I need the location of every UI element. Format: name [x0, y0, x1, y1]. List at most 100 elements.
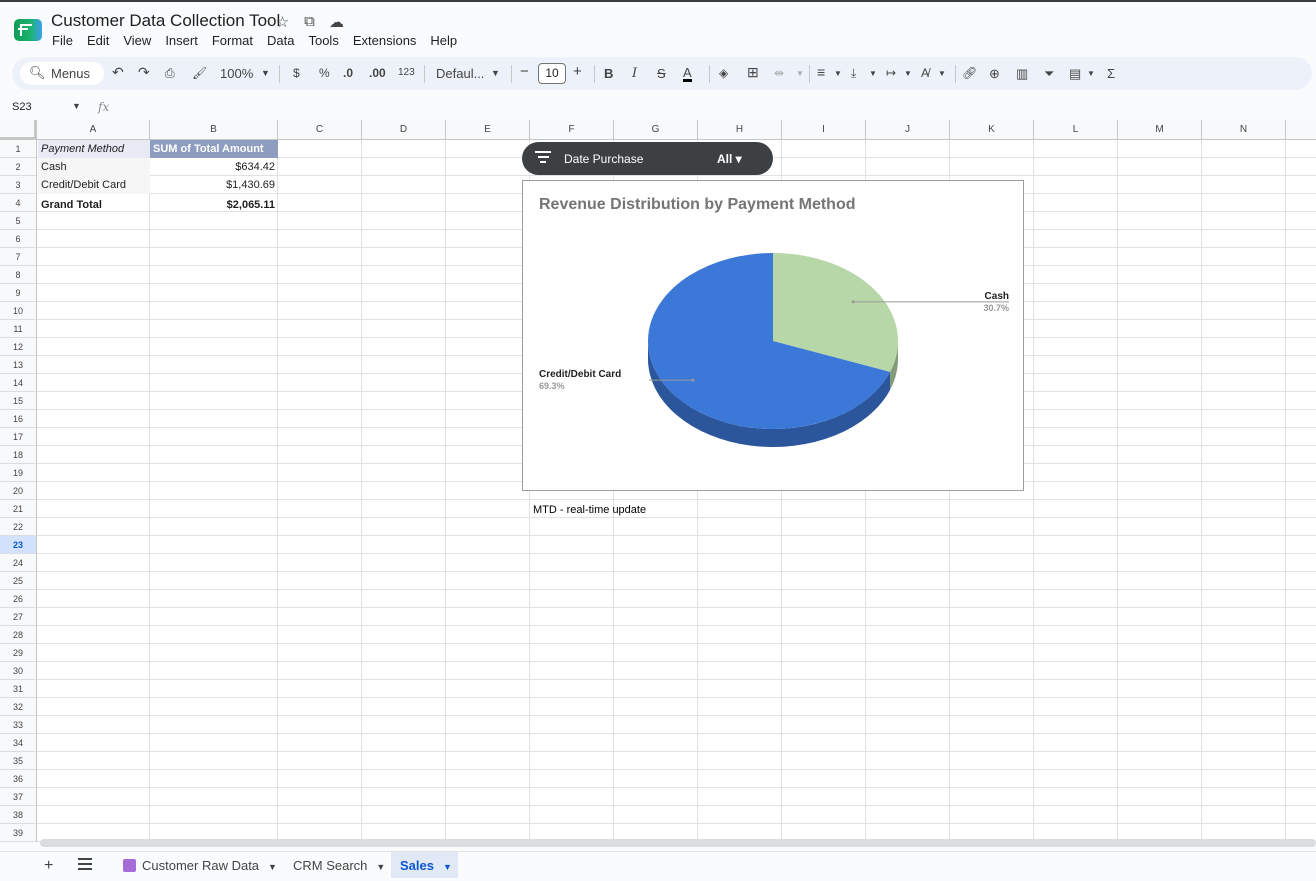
row-header-37[interactable]: 37: [0, 788, 37, 806]
row-header-12[interactable]: 12: [0, 338, 37, 356]
filter-icon[interactable]: ⏷: [1044, 66, 1054, 82]
undo-icon[interactable]: ↶: [112, 64, 124, 81]
bold-button[interactable]: B: [604, 66, 613, 81]
row-header-24[interactable]: 24: [0, 554, 37, 572]
font-size-input[interactable]: 10: [538, 63, 566, 84]
chevron-down-icon[interactable]: ▼: [1087, 69, 1095, 78]
pivot-grand-total-label[interactable]: Grand Total: [38, 196, 105, 214]
row-header-39[interactable]: 39: [0, 824, 37, 842]
increase-decimal-button[interactable]: .00: [369, 66, 386, 80]
row-header-29[interactable]: 29: [0, 644, 37, 662]
row-header-11[interactable]: 11: [0, 320, 37, 338]
text-rotate-icon[interactable]: A̸: [921, 66, 929, 80]
chevron-down-icon[interactable]: ▼: [261, 68, 270, 78]
move-folder-icon[interactable]: ⧉: [301, 13, 318, 31]
decrease-font-size-icon[interactable]: −: [520, 63, 529, 80]
row-header-27[interactable]: 27: [0, 608, 37, 626]
menu-help[interactable]: Help: [430, 33, 457, 48]
row-header-10[interactable]: 10: [0, 302, 37, 320]
insert-link-icon[interactable]: 🔗︎: [962, 66, 977, 80]
menu-extensions[interactable]: Extensions: [353, 33, 417, 48]
align-left-icon[interactable]: ≡: [817, 64, 825, 80]
horizontal-scrollbar[interactable]: [40, 839, 1316, 847]
merge-cells-icon[interactable]: ⇹: [774, 66, 784, 80]
pivot-row-label[interactable]: Cash: [38, 158, 150, 176]
column-header-e[interactable]: E: [446, 120, 530, 140]
chevron-down-icon[interactable]: ▼: [796, 69, 804, 78]
row-header-25[interactable]: 25: [0, 572, 37, 590]
column-header-a[interactable]: A: [37, 120, 150, 140]
menu-format[interactable]: Format: [212, 33, 253, 48]
chevron-down-icon[interactable]: ▼: [491, 68, 500, 78]
sheet-tab-crm-search[interactable]: CRM Search ▼: [284, 852, 386, 878]
row-header-15[interactable]: 15: [0, 392, 37, 410]
chevron-down-icon[interactable]: ▼: [938, 69, 946, 78]
pivot-header-sum[interactable]: SUM of Total Amount: [150, 140, 278, 158]
text-wrap-icon[interactable]: ↦: [886, 66, 896, 80]
column-header-g[interactable]: G: [614, 120, 698, 140]
functions-button[interactable]: Σ: [1107, 66, 1115, 81]
menu-edit[interactable]: Edit: [87, 33, 109, 48]
menu-tools[interactable]: Tools: [308, 33, 338, 48]
row-header-35[interactable]: 35: [0, 752, 37, 770]
text-color-button[interactable]: A: [683, 66, 692, 82]
row-header-21[interactable]: 21: [0, 500, 37, 518]
document-title[interactable]: Customer Data Collection Tool: [51, 11, 280, 31]
all-sheets-icon[interactable]: [78, 858, 92, 873]
insert-comment-icon[interactable]: ⊕: [989, 66, 1000, 82]
row-header-16[interactable]: 16: [0, 410, 37, 428]
row-header-32[interactable]: 32: [0, 698, 37, 716]
decrease-decimal-button[interactable]: .0: [343, 66, 353, 80]
menu-file[interactable]: File: [52, 33, 73, 48]
strikethrough-button[interactable]: S: [657, 66, 666, 81]
row-header-23[interactable]: 23: [0, 536, 37, 554]
menu-data[interactable]: Data: [267, 33, 294, 48]
fill-color-icon[interactable]: ◈: [719, 66, 728, 80]
row-header-20[interactable]: 20: [0, 482, 37, 500]
row-header-38[interactable]: 38: [0, 806, 37, 824]
column-header-f[interactable]: F: [530, 120, 614, 140]
row-header-13[interactable]: 13: [0, 356, 37, 374]
filter-views-icon[interactable]: ▤: [1069, 66, 1081, 82]
column-header-b[interactable]: B: [150, 120, 278, 140]
sheet-tab-customer-raw-data[interactable]: Customer Raw Data ▼: [114, 852, 280, 878]
row-header-14[interactable]: 14: [0, 374, 37, 392]
pivot-row-label[interactable]: Credit/Debit Card: [38, 176, 150, 194]
column-header-k[interactable]: K: [950, 120, 1034, 140]
row-header-6[interactable]: 6: [0, 230, 37, 248]
vertical-align-icon[interactable]: ⤓: [851, 66, 856, 81]
chevron-down-icon[interactable]: ▼: [72, 101, 81, 111]
row-header-9[interactable]: 9: [0, 284, 37, 302]
percent-format-button[interactable]: %: [319, 66, 330, 80]
currency-format-button[interactable]: $: [293, 66, 300, 80]
row-header-34[interactable]: 34: [0, 734, 37, 752]
column-header-h[interactable]: H: [698, 120, 782, 140]
add-sheet-icon[interactable]: +: [44, 857, 53, 875]
print-icon[interactable]: ⎙: [165, 66, 175, 81]
row-header-8[interactable]: 8: [0, 266, 37, 284]
row-header-36[interactable]: 36: [0, 770, 37, 788]
cloud-status-icon[interactable]: ☁: [328, 13, 345, 31]
redo-icon[interactable]: ↷: [138, 64, 150, 81]
row-header-31[interactable]: 31: [0, 680, 37, 698]
column-header-n[interactable]: N: [1202, 120, 1286, 140]
sheets-logo-icon[interactable]: [14, 19, 42, 41]
insert-chart-icon[interactable]: ▥: [1016, 66, 1028, 82]
paint-format-icon[interactable]: 🖌︎: [192, 66, 207, 80]
chevron-down-icon[interactable]: ▼: [904, 69, 912, 78]
row-header-3[interactable]: 3: [0, 176, 37, 194]
menus-search-button[interactable]: 🔍︎ Menus: [20, 62, 104, 85]
pivot-row-value[interactable]: $634.42: [150, 158, 278, 176]
column-header-l[interactable]: L: [1034, 120, 1118, 140]
zoom-select[interactable]: 100%: [220, 66, 253, 81]
select-all-corner[interactable]: [0, 120, 37, 140]
row-header-1[interactable]: 1: [0, 140, 37, 158]
row-header-33[interactable]: 33: [0, 716, 37, 734]
row-header-4[interactable]: 4: [0, 194, 37, 212]
row-header-17[interactable]: 17: [0, 428, 37, 446]
row-header-26[interactable]: 26: [0, 590, 37, 608]
menu-view[interactable]: View: [123, 33, 151, 48]
row-header-18[interactable]: 18: [0, 446, 37, 464]
row-header-2[interactable]: 2: [0, 158, 37, 176]
pivot-grand-total-value[interactable]: $2,065.11: [150, 196, 278, 214]
